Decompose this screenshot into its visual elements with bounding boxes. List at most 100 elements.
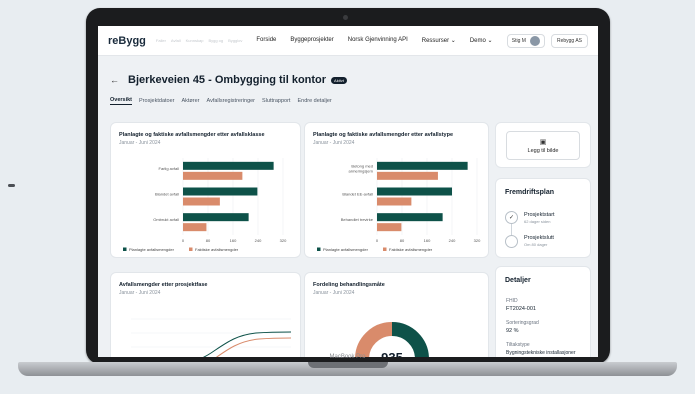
x-tick-label: 0 (182, 238, 185, 243)
legend-label-planned: Planlagte avfallsmengder (323, 247, 369, 252)
chart-card-prosjektfase: Avfallsmengder etter prosjektfase Januar… (110, 272, 301, 357)
x-tick-label: 160 (230, 238, 237, 243)
chart-card-avfallstype: Planlagte og faktiske avfallsmengder ett… (304, 122, 489, 258)
faint-link[interactable]: Bygg og (208, 38, 223, 43)
app-header: reBygg Faller Avfall Kunnskap Bygg og By… (98, 26, 598, 56)
step-title: Prosjektslutt (524, 235, 554, 241)
page-title: Bjerkeveien 45 - Ombygging til kontor (128, 74, 327, 86)
step-subtitle: 62 dager siden (524, 219, 551, 224)
x-tick-label: 240 (255, 238, 262, 243)
legend-swatch-planned (317, 247, 321, 251)
x-tick-label: 0 (376, 238, 379, 243)
tab-oversikt[interactable]: Oversikt (110, 97, 133, 105)
laptop-base (18, 362, 677, 376)
chart-card-behandling: Fordeling behandlingsmåte Januar - Juni … (304, 272, 489, 357)
bar-actual (183, 223, 207, 232)
category-label: Blandet EE-avfall (342, 192, 373, 197)
x-tick-label: 240 (449, 238, 456, 243)
bar-actual (377, 171, 438, 180)
category-label: Blandet avfall (155, 192, 179, 197)
tab-aktorer[interactable]: Aktører (181, 98, 199, 104)
tab-avfallsregistreringer[interactable]: Avfallsregistreringer (207, 98, 256, 104)
back-arrow-icon[interactable]: ← (110, 75, 119, 85)
laptop-lid: reBygg Faller Avfall Kunnskap Bygg og By… (86, 8, 610, 364)
device-label: MacBook Pro (329, 354, 366, 360)
image-icon: ▣ (539, 138, 547, 146)
nav-forside[interactable]: Forside (256, 37, 276, 44)
bar-actual (377, 223, 402, 232)
bar-actual (377, 197, 412, 206)
bar-chart-avfallstype: 0 80 160 240 320Betong medarmeringsjernBland… (317, 158, 481, 252)
donut-chart: 935 (355, 322, 429, 357)
upload-card: ▣ Legg til bilde (495, 122, 591, 168)
legend-swatch-actual (383, 247, 387, 251)
category-label: Farlig avfall (159, 166, 180, 171)
app-logo[interactable]: reBygg (108, 35, 146, 47)
nav-demo[interactable]: Demo ⌄ (470, 37, 493, 44)
legend-swatch-actual (189, 247, 193, 251)
detail-value: FT2024-001 (506, 306, 536, 312)
title-row: ← Bjerkeveien 45 - Ombygging til kontor … (98, 66, 598, 94)
category-label: Behandlet trevirke (341, 217, 374, 222)
laptop-screen: reBygg Faller Avfall Kunnskap Bygg og By… (98, 26, 598, 357)
legend-label-actual: Faktiske avfallsmengder (195, 247, 239, 252)
main-nav: Forside Byggeprosjekter Norsk Gjenvinnin… (256, 37, 492, 44)
details-card: Detaljer FHID FT2024-001 Sorteringsgrad … (495, 266, 591, 357)
bar-actual (183, 197, 220, 206)
faint-link[interactable]: Avfall (171, 38, 181, 43)
bar-planned (183, 187, 258, 196)
pending-circle-icon (505, 235, 518, 248)
base-notch (308, 362, 388, 368)
tab-endre-detaljer[interactable]: Endre detaljer (297, 98, 331, 104)
bar-planned (377, 213, 443, 222)
user-menu-button[interactable]: Stig M (506, 33, 545, 48)
avatar (529, 35, 540, 46)
category-label: Ombrukt avfall (153, 217, 179, 222)
progress-title: Fremdriftsplan (505, 189, 555, 196)
bar-chart-avfallsklasse: 0 80 160 240 320 Farlig avfall Blandet avfall O… (123, 158, 287, 252)
bar-planned (377, 187, 452, 196)
legend-label-planned: Planlagte avfallsmengder (129, 247, 175, 252)
add-image-label: Legg til bilde (527, 147, 559, 154)
bar-planned (183, 161, 274, 170)
tab-prosjektdatoer[interactable]: Prosjektdatoer (139, 98, 174, 104)
header-right: Stig M Rebygg AS (506, 33, 588, 48)
status-badge: Aktivt (331, 76, 347, 84)
step-subtitle: Om 80 dager (524, 242, 548, 247)
org-name: Rebygg AS (556, 37, 582, 44)
faint-link[interactable]: Faller (156, 38, 166, 43)
details-title: Detaljer (505, 277, 531, 284)
user-name: Stig M (511, 37, 526, 44)
nav-ressurser[interactable]: Ressurser ⌄ (422, 37, 456, 44)
add-image-button[interactable]: ▣ Legg til bilde (506, 131, 580, 160)
faint-link[interactable]: Kunnskap (186, 38, 204, 43)
legend-swatch-planned (123, 247, 127, 251)
detail-value: 92 % (506, 328, 519, 334)
category-label: armeringsjern (349, 168, 373, 173)
detail-label: Sorteringsgrad (506, 320, 539, 326)
nav-byggeprosjekter[interactable]: Byggeprosjekter (290, 37, 333, 44)
tab-bar: Oversikt Prosjektdatoer Aktører Avfallsr… (98, 94, 598, 108)
detail-label: FHID (506, 298, 518, 304)
x-tick-label: 320 (474, 238, 481, 243)
phase-line-chart (131, 318, 292, 357)
bar-actual (183, 171, 243, 180)
chart-card-avfallsklasse: Planlagte og faktiske avfallsmengder ett… (110, 122, 301, 258)
x-tick-label: 80 (400, 238, 405, 243)
detail-label: Tiltakstype (506, 342, 530, 348)
x-tick-label: 320 (280, 238, 287, 243)
camera-dot (343, 15, 348, 20)
faint-link[interactable]: Bygglov (228, 38, 242, 43)
progress-card: Fremdriftsplan ✓ Prosjektstart 62 dager … (495, 178, 591, 258)
bar-planned (377, 161, 468, 170)
org-button[interactable]: Rebygg AS (550, 33, 588, 48)
step-title: Prosjektstart (524, 212, 555, 218)
tab-sluttrapport[interactable]: Sluttrapport (262, 98, 290, 104)
legend-label-actual: Faktiske avfallsmengder (389, 247, 433, 252)
faint-links: Faller Avfall Kunnskap Bygg og Bygglov (156, 38, 242, 43)
nav-api[interactable]: Norsk Gjenvinning API (348, 37, 408, 44)
x-tick-label: 80 (206, 238, 211, 243)
bar-planned (183, 213, 249, 222)
side-marker (8, 184, 15, 187)
x-tick-label: 160 (424, 238, 431, 243)
